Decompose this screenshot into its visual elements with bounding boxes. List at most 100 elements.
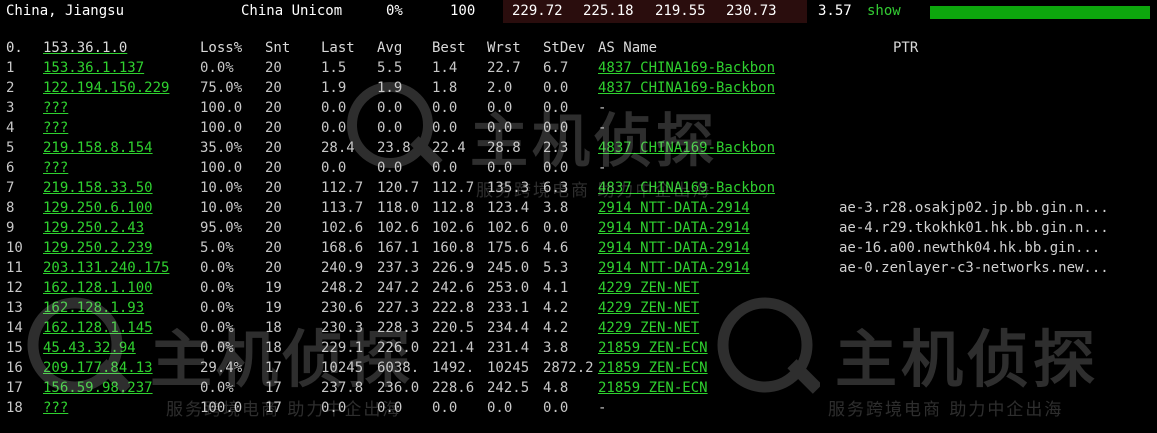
asname-link[interactable]: 4229 ZEN-NET bbox=[598, 298, 699, 318]
worst-cell: 233.1 bbox=[487, 300, 530, 316]
best-cell: 0.0 bbox=[432, 160, 458, 176]
table-row: 10 129.250.2.239 5.0% 20 168.6 167.1 160.8 175.… bbox=[0, 238, 1157, 258]
avg-cell: 228.3 bbox=[377, 320, 420, 336]
stdev-cell: 6.3 bbox=[543, 180, 569, 196]
host-link[interactable]: 162.128.1.93 bbox=[43, 298, 144, 318]
table-row: 9 129.250.2.43 95.0% 20 102.6 102.6 102.6 102.6… bbox=[0, 218, 1157, 238]
host-link[interactable]: 156.59.98.237 bbox=[43, 378, 153, 398]
avg-cell: 226.0 bbox=[377, 340, 420, 356]
sent-cell: 17 bbox=[265, 380, 282, 396]
asname-link[interactable]: 4837 CHINA169-Backbon bbox=[598, 178, 775, 198]
asname-link[interactable]: 2914 NTT-DATA-2914 bbox=[598, 258, 750, 278]
asname-link[interactable]: 21859 ZEN-ECN bbox=[598, 338, 708, 358]
host-link[interactable]: ??? bbox=[43, 118, 68, 138]
stdev-cell: 0.0 bbox=[543, 220, 569, 236]
worst-cell: 253.0 bbox=[487, 280, 530, 296]
show-link[interactable]: show bbox=[867, 0, 901, 23]
loss-cell: 100.0 bbox=[200, 100, 243, 116]
worst-cell: 245.0 bbox=[487, 260, 530, 276]
hop-cell: 4 bbox=[6, 120, 15, 136]
hop-cell: 16 bbox=[6, 360, 23, 376]
hop-cell: 5 bbox=[6, 140, 15, 156]
asname-link[interactable]: 4229 ZEN-NET bbox=[598, 278, 699, 298]
host-link[interactable]: 122.194.150.229 bbox=[43, 78, 169, 98]
host-link[interactable]: ??? bbox=[43, 398, 68, 418]
header-loss: Loss% bbox=[200, 40, 243, 56]
avg-cell: 0.0 bbox=[377, 160, 403, 176]
table-row: 2 122.194.150.229 75.0% 20 1.9 1.9 1.8 2.0 0.0 48… bbox=[0, 78, 1157, 98]
host-link[interactable]: 129.250.6.100 bbox=[43, 198, 153, 218]
loss-cell: 0.0% bbox=[200, 260, 234, 276]
avg-cell: 236.0 bbox=[377, 380, 420, 396]
asname-link[interactable]: 2914 NTT-DATA-2914 bbox=[598, 238, 750, 258]
worst-cell: 0.0 bbox=[487, 400, 513, 416]
loss-cell: 10.0% bbox=[200, 180, 243, 196]
loss-cell: 95.0% bbox=[200, 220, 243, 236]
host-link[interactable]: 209.177.84.13 bbox=[43, 358, 153, 378]
sent-cell: 20 bbox=[265, 220, 282, 236]
last-cell: 229.1 bbox=[321, 340, 364, 356]
sent-cell: 18 bbox=[265, 320, 282, 336]
host-link[interactable]: 219.158.33.50 bbox=[43, 178, 153, 198]
worst-cell: 22.7 bbox=[487, 60, 521, 76]
host-link[interactable]: ??? bbox=[43, 98, 68, 118]
avg-cell: 0.0 bbox=[377, 100, 403, 116]
latency-worst: 230.73 bbox=[726, 3, 777, 19]
best-cell: 102.6 bbox=[432, 220, 475, 236]
best-cell: 1.8 bbox=[432, 80, 458, 96]
last-cell: 240.9 bbox=[321, 260, 364, 276]
asname-link[interactable]: 2914 NTT-DATA-2914 bbox=[598, 218, 750, 238]
latency-last: 229.72 bbox=[512, 3, 563, 19]
asname-link[interactable]: 21859 ZEN-ECN bbox=[598, 358, 708, 378]
avg-cell: 167.1 bbox=[377, 240, 420, 256]
summary-bar: China, Jiangsu China Unicom 0% 100 229.7… bbox=[0, 0, 1157, 23]
hop-cell: 13 bbox=[6, 300, 23, 316]
host-link[interactable]: 162.128.1.100 bbox=[43, 278, 153, 298]
host-link[interactable]: 219.158.8.154 bbox=[43, 138, 153, 158]
avg-cell: 118.0 bbox=[377, 200, 420, 216]
loss-cell: 75.0% bbox=[200, 80, 243, 96]
stdev-cell: 0.0 bbox=[543, 100, 569, 116]
sent-cell: 17 bbox=[265, 400, 282, 416]
host-link[interactable]: 129.250.2.43 bbox=[43, 218, 144, 238]
table-row: 7 219.158.33.50 10.0% 20 112.7 120.7 112.7 135.… bbox=[0, 178, 1157, 198]
header-best: Best bbox=[432, 40, 466, 56]
host-link[interactable]: 162.128.1.145 bbox=[43, 318, 153, 338]
stdev-cell: 5.3 bbox=[543, 260, 569, 276]
hop-cell: 9 bbox=[6, 220, 15, 236]
stdev-cell: 6.7 bbox=[543, 60, 569, 76]
table-row: 4??? 100.0 20 0.0 0.0 0.0 0.0 0.0 - bbox=[0, 118, 1157, 138]
asname-link[interactable]: 4229 ZEN-NET bbox=[598, 318, 699, 338]
best-cell: 0.0 bbox=[432, 400, 458, 416]
host-link[interactable]: ??? bbox=[43, 158, 68, 178]
sent-cell: 17 bbox=[265, 360, 282, 376]
stdev-cell: 0.0 bbox=[543, 80, 569, 96]
avg-cell: 6038. bbox=[377, 360, 420, 376]
header-host[interactable]: 153.36.1.0 bbox=[43, 38, 127, 58]
asname-link[interactable]: 4837 CHINA169-Backbon bbox=[598, 138, 775, 158]
host-link[interactable]: 203.131.240.175 bbox=[43, 258, 169, 278]
table-header: 0. 153.36.1.0 Loss% Snt Last Avg Best Wr… bbox=[0, 38, 1157, 58]
asname-link[interactable]: 21859 ZEN-ECN bbox=[598, 378, 708, 398]
mtr-report-window: China, Jiangsu China Unicom 0% 100 229.7… bbox=[0, 0, 1157, 433]
asname-link[interactable]: 2914 NTT-DATA-2914 bbox=[598, 198, 750, 218]
table-row: 1 153.36.1.137 0.0% 20 1.5 5.5 1.4 22.7 6.7 4837 … bbox=[0, 58, 1157, 78]
best-cell: 0.0 bbox=[432, 120, 458, 136]
host-link[interactable]: 45.43.32.94 bbox=[43, 338, 136, 358]
avg-cell: 247.2 bbox=[377, 280, 420, 296]
best-cell: 242.6 bbox=[432, 280, 475, 296]
loss-cell: 100.0 bbox=[200, 120, 243, 136]
best-cell: 221.4 bbox=[432, 340, 475, 356]
stdev-cell: 4.2 bbox=[543, 320, 569, 336]
asname-link[interactable]: 4837 CHINA169-Backbon bbox=[598, 58, 775, 78]
host-link[interactable]: 153.36.1.137 bbox=[43, 58, 144, 78]
stdev-cell: 3.8 bbox=[543, 200, 569, 216]
stdev-cell: 4.1 bbox=[543, 280, 569, 296]
isp-label: China Unicom bbox=[241, 3, 343, 19]
last-cell: 112.7 bbox=[321, 180, 364, 196]
table-row: 16 209.177.84.13 29.4% 17 10245 6038. 1492. 102… bbox=[0, 358, 1157, 378]
host-link[interactable]: 129.250.2.239 bbox=[43, 238, 153, 258]
hop-cell: 17 bbox=[6, 380, 23, 396]
avg-cell: 1.9 bbox=[377, 80, 403, 96]
asname-link[interactable]: 4837 CHINA169-Backbon bbox=[598, 78, 775, 98]
